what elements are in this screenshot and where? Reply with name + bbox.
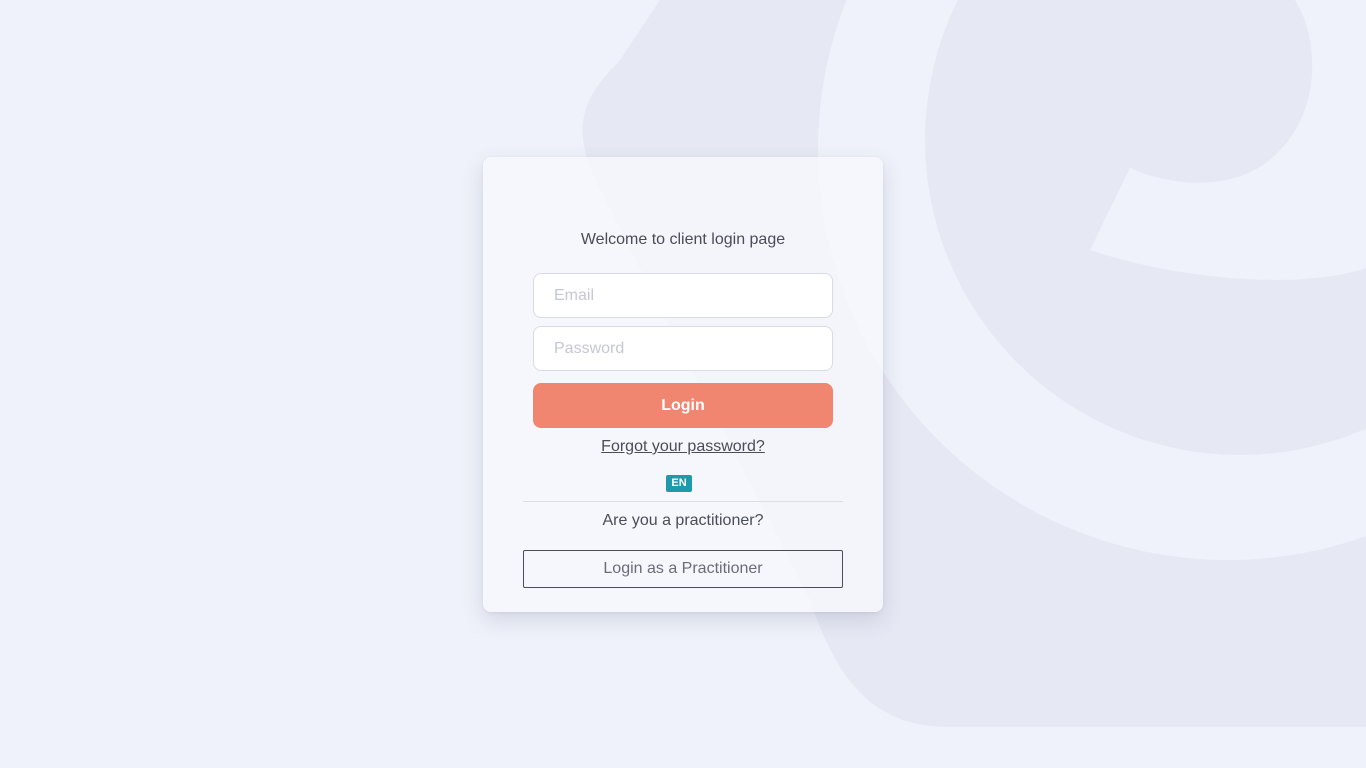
login-card: Welcome to client login page Login Forgo… xyxy=(483,157,883,612)
divider xyxy=(523,501,843,502)
password-input[interactable] xyxy=(533,326,833,371)
language-badge[interactable]: EN xyxy=(666,475,692,492)
forgot-password-container: Forgot your password? xyxy=(483,437,883,457)
forgot-password-link[interactable]: Forgot your password? xyxy=(601,438,765,455)
welcome-heading: Welcome to client login page xyxy=(580,231,786,248)
login-as-practitioner-button[interactable]: Login as a Practitioner xyxy=(523,550,843,588)
practitioner-question: Are you a practitioner? xyxy=(602,512,764,529)
login-button[interactable]: Login xyxy=(533,383,833,428)
email-input[interactable] xyxy=(533,273,833,318)
